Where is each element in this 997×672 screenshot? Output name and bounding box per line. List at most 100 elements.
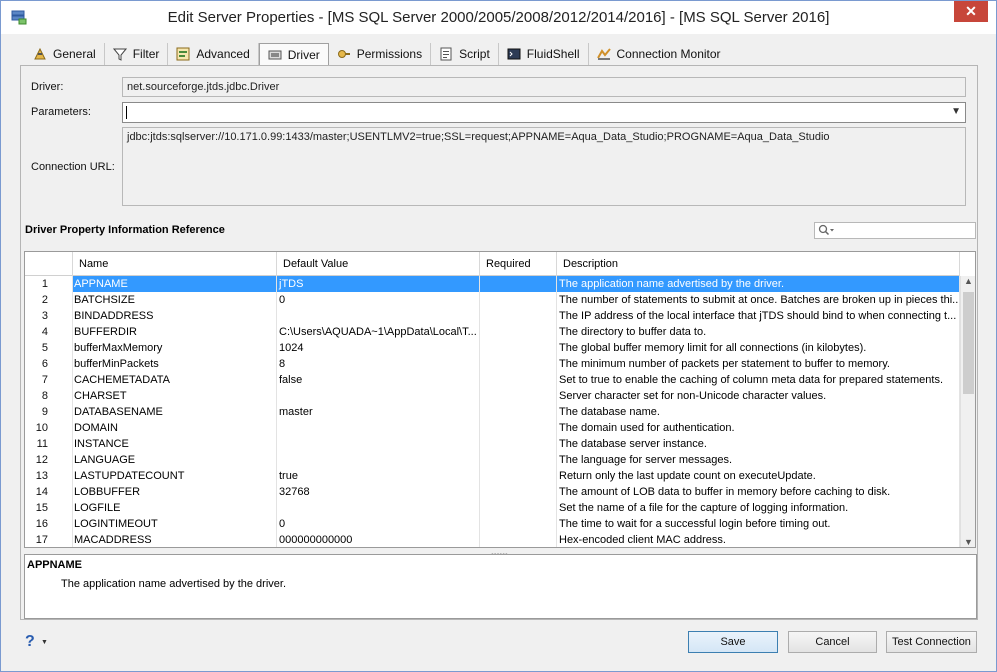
window-title: Edit Server Properties - [MS SQL Server … [167, 9, 830, 26]
save-button[interactable]: Save [688, 631, 778, 653]
tab-connection-monitor[interactable]: Connection Monitor [589, 43, 729, 65]
table-row[interactable]: 2 BATCHSIZE 0 The number of statements to s… [25, 292, 960, 308]
tab-script[interactable]: Script [431, 43, 499, 65]
vertical-scrollbar[interactable]: ▲ ▼ [960, 276, 975, 547]
parameters-combo[interactable]: ▼ [122, 102, 966, 123]
description-cell: The domain used for authentication. [557, 420, 960, 436]
test-connection-button[interactable]: Test Connection [886, 631, 977, 653]
cancel-button[interactable]: Cancel [788, 631, 877, 653]
table-row[interactable]: 1 APPNAME jTDS The application name adverti… [25, 276, 960, 292]
table-header: Name Default Value Required Description [25, 252, 960, 276]
parameters-label: Parameters: [31, 106, 91, 118]
scrollbar-thumb[interactable] [963, 292, 974, 394]
driver-icon [268, 50, 282, 59]
table-row[interactable]: 7 CACHEMETADATA false Set to true to enable… [25, 372, 960, 388]
table-body: 1 APPNAME jTDS The application name adverti… [25, 276, 960, 547]
table-row[interactable]: 12 LANGUAGE The language for server messag… [25, 452, 960, 468]
row-number-cell: 7 [25, 372, 73, 388]
table-row[interactable]: 6 bufferMinPackets 8 The minimum number of … [25, 356, 960, 372]
row-number-cell: 8 [25, 388, 73, 404]
name-cell: LOGFILE [73, 500, 277, 516]
search-icon [818, 224, 834, 236]
search-input[interactable] [814, 222, 976, 239]
row-number-cell: 15 [25, 500, 73, 516]
tab-advanced-label: Advanced [196, 47, 250, 61]
description-cell: The IP address of the local interface th… [557, 308, 960, 324]
driver-field: net.sourceforge.jtds.jdbc.Driver [122, 77, 966, 97]
description-cell: Server character set for non-Unicode cha… [557, 388, 960, 404]
row-number-cell: 3 [25, 308, 73, 324]
column-header-description[interactable]: Description [557, 252, 960, 276]
description-cell: The number of statements to submit at on… [559, 292, 960, 308]
name-cell: BATCHSIZE [73, 292, 277, 308]
default-value-cell: C:\Users\AQUADA~1\AppData\Local\T... [277, 324, 480, 340]
table-row[interactable]: 15 LOGFILE Set the name of a file for the … [25, 500, 960, 516]
description-cell: The amount of LOB data to buffer in memo… [557, 484, 960, 500]
description-cell: The directory to buffer data to. [557, 324, 960, 340]
table-row[interactable]: 8 CHARSET Server character set for non-Uni… [25, 388, 960, 404]
tab-general[interactable]: General [25, 43, 105, 65]
row-number-cell: 10 [25, 420, 73, 436]
description-cell: Hex-encoded client MAC address. [557, 532, 960, 547]
tab-driver[interactable]: Driver [258, 43, 329, 65]
connection-url-field[interactable]: jdbc:jtds:sqlserver://10.171.0.99:1433/m… [122, 127, 966, 206]
table-row[interactable]: 5 bufferMaxMemory 1024 The global buffer me… [25, 340, 960, 356]
help-dropdown-icon[interactable]: ▼ [41, 639, 48, 646]
tab-filter[interactable]: Filter [105, 43, 169, 65]
table-row[interactable]: 13 LASTUPDATECOUNT true Return only the las… [25, 468, 960, 484]
scroll-up-icon[interactable]: ▲ [964, 276, 973, 286]
tab-permissions[interactable]: Permissions [329, 43, 432, 65]
row-number-cell: 17 [25, 532, 73, 547]
required-cell [480, 452, 557, 468]
name-cell: INSTANCE [73, 436, 277, 452]
description-cell: Set to true to enable the caching of col… [557, 372, 960, 388]
reference-title: Driver Property Information Reference [25, 224, 225, 236]
scroll-down-icon[interactable]: ▼ [964, 537, 973, 547]
table-row[interactable]: 9 DATABASENAME master The database name. [25, 404, 960, 420]
required-cell [480, 500, 557, 516]
tab-advanced[interactable]: Advanced [168, 43, 259, 65]
text-caret [126, 106, 127, 119]
table-row[interactable]: 10 DOMAIN The domain used for authenticati… [25, 420, 960, 436]
table-row[interactable]: 4 BUFFERDIR C:\Users\AQUADA~1\AppData\Loca… [25, 324, 960, 340]
chevron-down-icon[interactable]: ▼ [951, 106, 961, 117]
connection-url-label: Connection URL: [31, 161, 115, 173]
connection-monitor-icon [596, 48, 611, 60]
row-number-cell: 14 [25, 484, 73, 500]
required-cell [480, 372, 557, 388]
default-value-cell: 000000000000 [277, 532, 480, 547]
description-cell: The database server instance. [557, 436, 960, 452]
script-icon [440, 47, 452, 61]
required-cell [480, 292, 557, 308]
table-row[interactable]: 3 BINDADDRESS The IP address of the local … [25, 308, 960, 324]
column-header-default-value[interactable]: Default Value [277, 252, 480, 276]
tab-filter-label: Filter [132, 47, 160, 61]
description-cell: The minimum number of packets per statem… [557, 356, 960, 372]
table-row[interactable]: 16 LOGINTIMEOUT 0 The time to wait for a su… [25, 516, 960, 532]
name-cell: DOMAIN [73, 420, 277, 436]
row-number-cell: 12 [25, 452, 73, 468]
name-cell: DATABASENAME [73, 404, 277, 420]
name-cell: BINDADDRESS [73, 308, 277, 324]
table-row[interactable]: 14 LOBBUFFER 32768 The amount of LOB data t… [25, 484, 960, 500]
column-header-required[interactable]: Required [480, 252, 557, 276]
description-cell: The global buffer memory limit for all c… [557, 340, 960, 356]
filter-icon [112, 48, 127, 61]
help-icon[interactable]: ? [25, 633, 35, 651]
table-row[interactable]: 11 INSTANCE The database server instance. [25, 436, 960, 452]
row-number-cell: 9 [25, 404, 73, 420]
table-row[interactable]: 17 MACADDRESS 000000000000 Hex-encoded clie… [25, 532, 960, 547]
name-cell: LOGINTIMEOUT [73, 516, 277, 532]
close-button[interactable]: ✕ [954, 1, 988, 22]
default-value-cell [277, 452, 480, 468]
row-number-cell: 2 [25, 292, 73, 308]
driver-label: Driver: [31, 81, 64, 93]
row-number-cell: 1 [25, 276, 73, 292]
default-value-cell: true [277, 468, 480, 484]
required-cell [480, 308, 557, 324]
column-header-name[interactable]: Name [73, 252, 277, 276]
required-cell [480, 356, 557, 372]
tab-fluidshell[interactable]: FluidShell [499, 43, 589, 65]
row-number-cell: 5 [25, 340, 73, 356]
required-cell [480, 516, 557, 532]
